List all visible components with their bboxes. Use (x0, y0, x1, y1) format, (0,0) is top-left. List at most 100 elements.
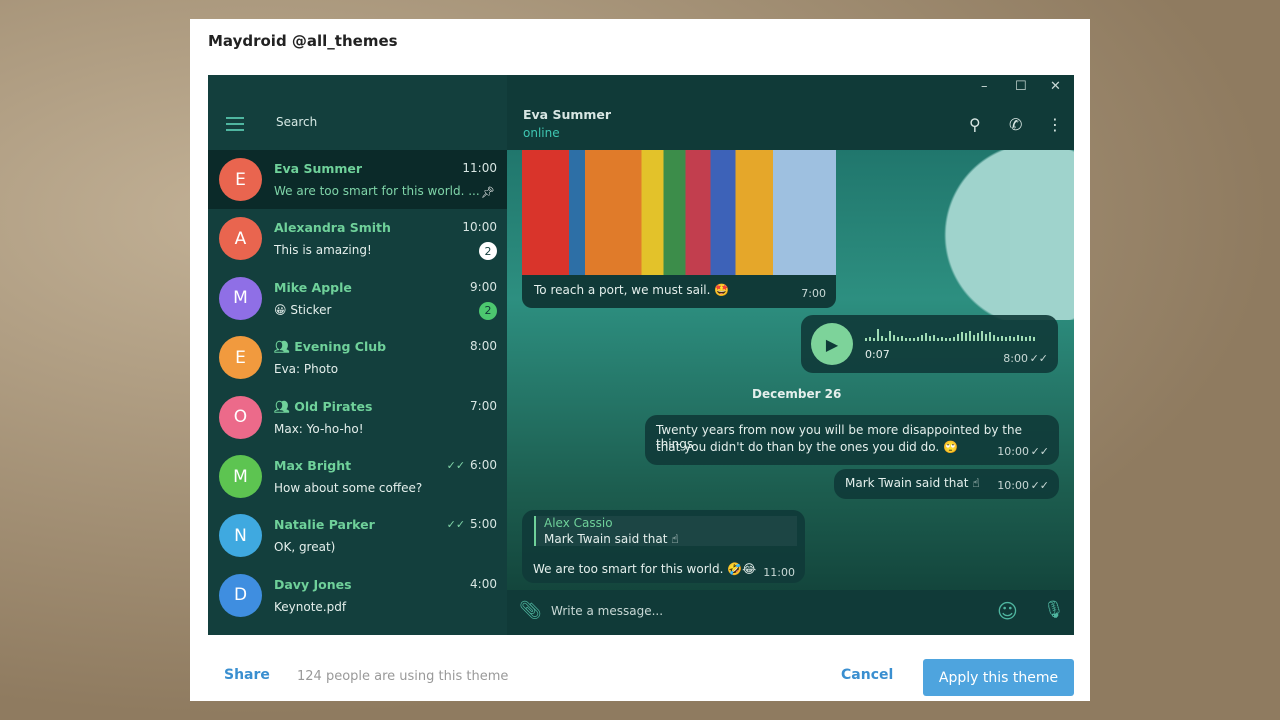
play-icon[interactable]: ▶ (811, 323, 853, 365)
chat-preview: Keynote.pdf (274, 599, 347, 614)
avatar: E (219, 158, 262, 201)
reply-text: Mark Twain said that ☝ (544, 532, 679, 546)
waveform-bar (985, 334, 987, 341)
waveform[interactable] (865, 325, 1049, 341)
message-bubble: Mark Twain said that ☝ 10:00 ✓✓ (834, 469, 1059, 499)
waveform-bar (869, 337, 871, 341)
attach-icon[interactable]: 📎︎ (519, 600, 542, 621)
message-time: 11:00 (763, 566, 795, 579)
waveform-bar (929, 336, 931, 341)
theme-preview-dialog: Maydroid @all_themes Search E Eva Summer… (190, 19, 1090, 701)
chat-time: 10:00 (462, 220, 497, 235)
waveform-bar (1005, 337, 1007, 341)
unread-badge: 2 (479, 301, 497, 320)
chat-preview: This is amazing! (274, 243, 372, 258)
chat-time: 5:00 (470, 517, 497, 532)
microphone-icon[interactable]: 🎙︎ (1043, 600, 1065, 620)
chat-list-item[interactable]: E 👥︎ Evening Club 8:00 Eva: Photo (208, 328, 507, 387)
chat-name: Natalie Parker (274, 517, 375, 533)
close-icon[interactable]: ✕ (1050, 79, 1061, 94)
waveform-bar (897, 337, 899, 341)
avatar: E (219, 336, 262, 380)
photo-caption: To reach a port, we must sail. 🤩 (534, 283, 730, 297)
chat-name: Old Pirates (294, 398, 373, 414)
waveform-bar (1001, 336, 1003, 341)
message-text: Mark Twain said that ☝ (845, 476, 980, 490)
message-time: 7:00 (801, 287, 826, 300)
chat-time: 9:00 (470, 279, 497, 294)
chat-name: Davy Jones (274, 576, 352, 592)
menu-icon[interactable] (226, 117, 244, 135)
apply-theme-button[interactable]: Apply this theme (923, 659, 1074, 696)
voice-message: ▶ 0:07 8:00 ✓✓ (801, 315, 1058, 373)
group-icon: 👥︎ (274, 339, 295, 355)
chat-preview: 😀 Sticker (274, 302, 332, 317)
message-bubble: Twenty years from now you will be more d… (645, 415, 1059, 465)
message-input[interactable]: Write a message... (551, 604, 663, 618)
waveform-bar (1013, 337, 1015, 341)
chat-preview: How about some coffee? (274, 481, 423, 495)
more-icon[interactable]: ⋮ (1047, 115, 1063, 134)
waveform-bar (889, 331, 891, 341)
waveform-bar (1025, 337, 1027, 341)
waveform-bar (901, 336, 903, 341)
chat-name: Alexandra Smith (274, 220, 391, 236)
waveform-bar (913, 338, 915, 341)
minimize-icon[interactable]: – (981, 79, 988, 94)
chat-name[interactable]: Eva Summer (523, 107, 611, 122)
chat-list-item[interactable]: E Eva Summer 11:00 We are too smart for … (208, 150, 507, 209)
chat-preview: Eva: Photo (274, 362, 339, 377)
waveform-bar (981, 331, 983, 341)
chat-time: 6:00 (470, 458, 497, 472)
read-check-icon: ✓✓ (446, 459, 466, 472)
avatar: N (219, 514, 262, 558)
message-text-line2: that you didn't do than by the ones you … (656, 440, 958, 454)
search-icon[interactable]: ⚲ (969, 115, 981, 134)
chat-list-item[interactable]: M Mike Apple 9:00 😀 Sticker 2 (208, 269, 507, 328)
waveform-bar (909, 338, 911, 341)
waveform-bar (925, 333, 927, 341)
photo-image (522, 150, 836, 275)
waveform-bar (949, 338, 951, 341)
chat-list-item[interactable]: M Max Bright ✓✓ 6:00 How about some coffe… (208, 447, 507, 506)
waveform-bar (941, 337, 943, 341)
chat-list-item[interactable]: N Natalie Parker ✓✓ 5:00 OK, great) (208, 506, 507, 565)
waveform-bar (917, 337, 919, 341)
chat-list-item[interactable]: D Davy Jones 4:00 Keynote.pdf (208, 566, 507, 625)
theme-users-count: 124 people are using this theme (297, 669, 509, 684)
chat-time: 4:00 (470, 576, 497, 591)
waveform-bar (945, 338, 947, 341)
chat-list-item[interactable]: A Alexandra Smith 10:00 This is amazing!… (208, 209, 507, 268)
dialog-title: Maydroid @all_themes (208, 32, 398, 50)
waveform-bar (893, 335, 895, 341)
reply-quote[interactable]: Alex Cassio Mark Twain said that ☝ (534, 516, 797, 546)
share-link[interactable]: Share (224, 667, 270, 683)
message-time: 8:00 (1003, 352, 1028, 365)
photo-message[interactable]: To reach a port, we must sail. 🤩 7:00 (522, 150, 836, 308)
waveform-bar (937, 338, 939, 341)
chat-list-item[interactable]: O 👥︎ Old Pirates 7:00 Max: Yo-ho-ho! (208, 388, 507, 447)
maximize-icon[interactable]: ☐ (1015, 79, 1027, 94)
chat-time: 8:00 (470, 339, 497, 354)
unread-badge: 2 (479, 242, 497, 261)
waveform-bar (977, 333, 979, 341)
phone-icon[interactable]: ✆ (1009, 115, 1022, 134)
chat-name: Evening Club (294, 339, 387, 355)
chat-preview: OK, great) (274, 540, 336, 555)
voice-duration: 0:07 (865, 348, 890, 361)
read-check-icon: ✓✓ (1030, 479, 1049, 492)
read-check-icon: ✓✓ (1030, 445, 1049, 458)
cancel-button[interactable]: Cancel (841, 667, 893, 683)
waveform-bar (1033, 337, 1035, 341)
message-input-bar: 📎︎ Write a message... ☺ 🎙︎ (507, 590, 1074, 635)
waveform-bar (961, 332, 963, 341)
waveform-bar (1017, 335, 1019, 341)
reply-author: Alex Cassio (544, 516, 613, 530)
waveform-bar (1021, 336, 1023, 341)
chat-name: Mike Apple (274, 279, 352, 295)
search-input[interactable]: Search (276, 115, 317, 129)
chat-area: Eva Summer online ⚲ ✆ ⋮ – ☐ ✕ To reach a… (507, 75, 1074, 635)
emoji-icon[interactable]: ☺ (997, 599, 1018, 623)
message-text: We are too smart for this world. 🤣😂 (533, 562, 757, 576)
waveform-bar (881, 336, 883, 341)
